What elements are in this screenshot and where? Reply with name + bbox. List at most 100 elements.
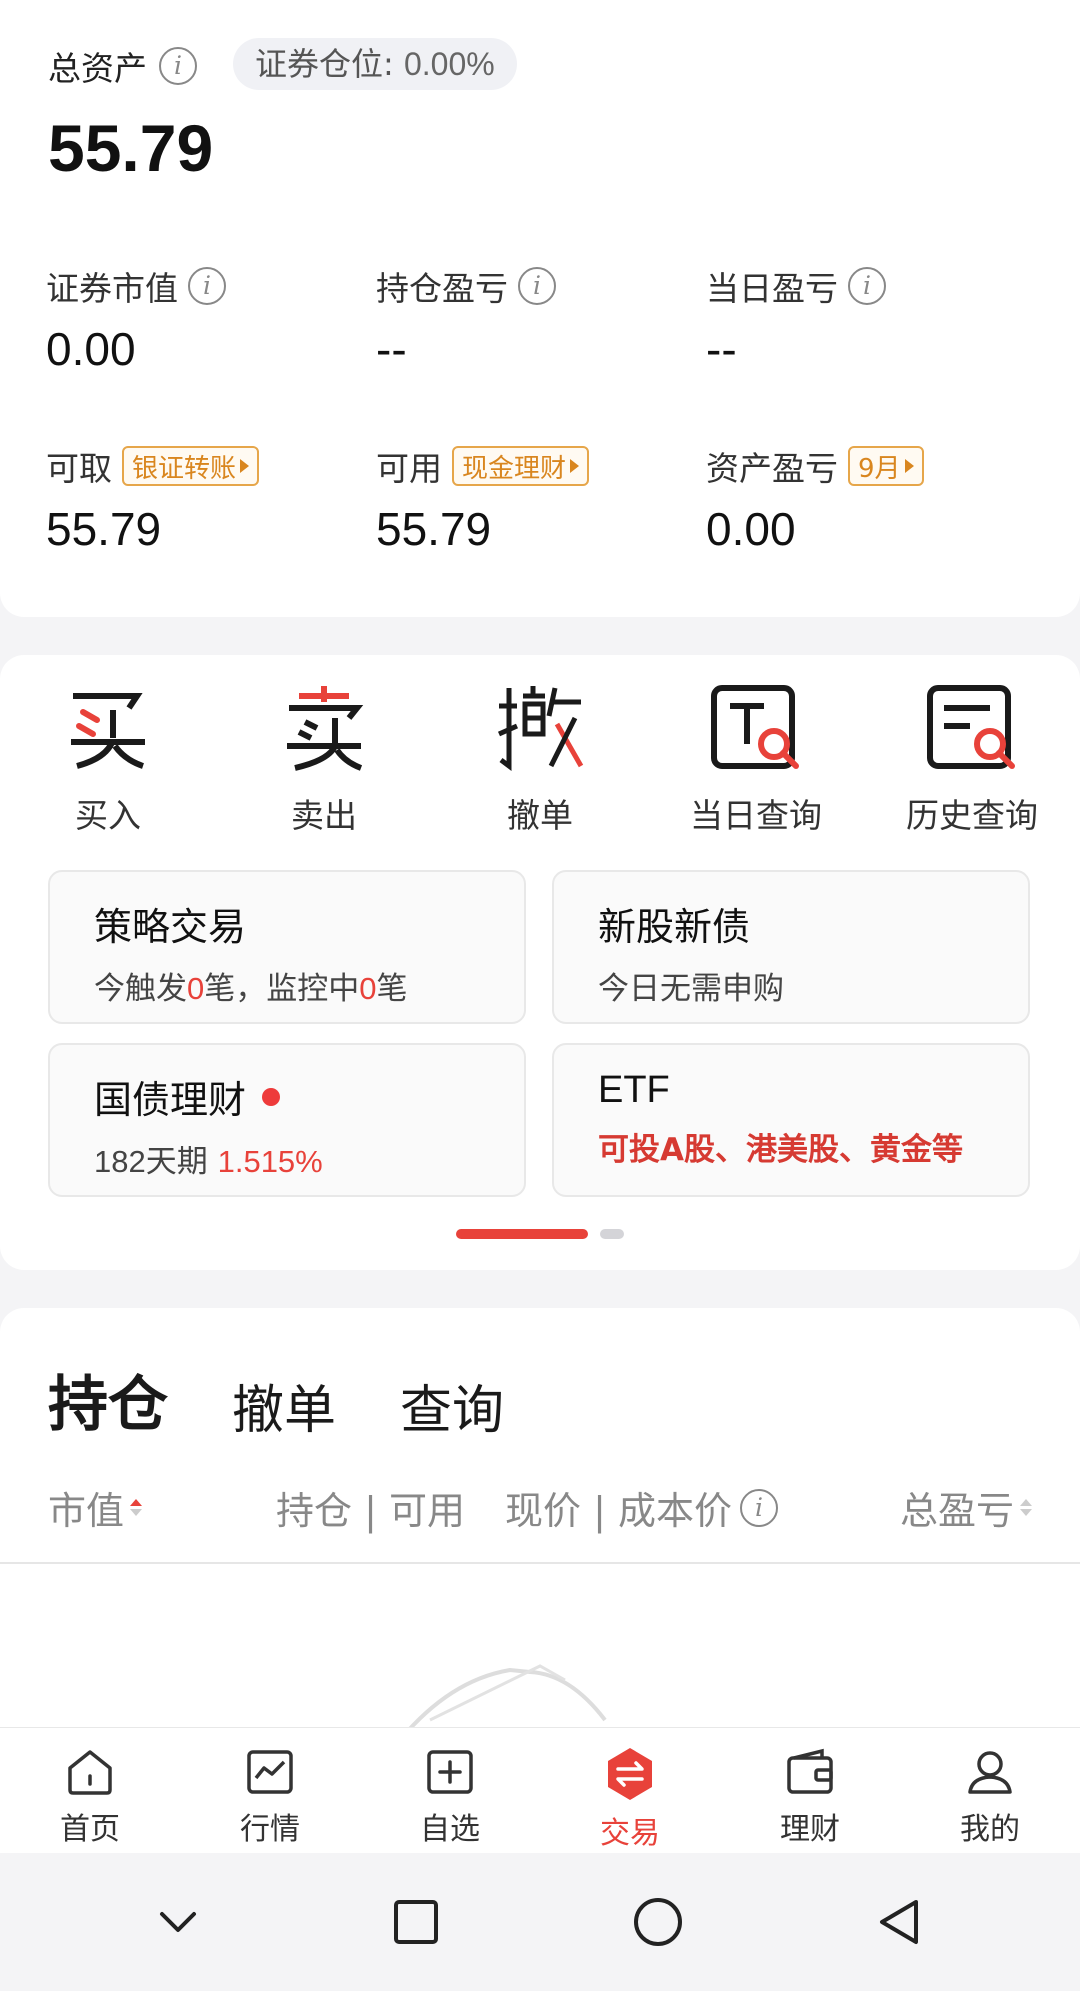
stat-label: 持仓盈亏 bbox=[376, 269, 508, 308]
cancel-order-button[interactable]: 撤单 bbox=[440, 677, 640, 837]
position-value: 0.00% bbox=[403, 46, 495, 82]
stat-withdrawable: 可取 银证转账 55.79 bbox=[46, 444, 260, 556]
tag-label: 银证转账 bbox=[132, 453, 237, 484]
tile-text: 笔 bbox=[376, 971, 408, 1007]
today-query-label: 当日查询 bbox=[690, 796, 822, 835]
cash-wealth-tag[interactable]: 现金理财 bbox=[452, 446, 590, 486]
bank-transfer-tag[interactable]: 银证转账 bbox=[122, 446, 260, 486]
total-assets-label-row: 总资产 i bbox=[48, 42, 197, 90]
tile-title: ETF bbox=[598, 1069, 670, 1111]
tile-title: 策略交易 bbox=[94, 905, 247, 949]
holdings-column-header: 市值 持仓 | 可用 现价 | 成本价 i 总盈亏 bbox=[48, 1480, 1032, 1535]
nav-label: 理财 bbox=[780, 1812, 840, 1847]
holdings-tabs: 持仓 撤单 查询 bbox=[44, 1356, 504, 1443]
wealth-icon bbox=[787, 1748, 833, 1794]
back-icon[interactable] bbox=[876, 1898, 924, 1946]
tile-subtitle: 今日无需申购 bbox=[598, 971, 784, 1007]
bond-period-days: 182 bbox=[94, 1144, 146, 1179]
col-total-pl[interactable]: 总盈亏 bbox=[900, 1480, 1032, 1535]
info-icon[interactable]: i bbox=[739, 1488, 778, 1527]
stat-value: 55.79 bbox=[46, 503, 162, 555]
pager-indicator[interactable] bbox=[600, 1229, 624, 1239]
ipo-tile[interactable]: 新股新债 今日无需申购 bbox=[552, 870, 1030, 1024]
stat-label: 可取 bbox=[46, 449, 112, 488]
tab-query[interactable]: 查询 bbox=[400, 1368, 504, 1443]
sell-button[interactable]: 卖出 bbox=[224, 677, 424, 837]
col-hold-available: 持仓 | 可用 bbox=[276, 1489, 465, 1533]
sell-icon bbox=[224, 677, 424, 777]
month-selector-tag[interactable]: 9月 bbox=[848, 446, 924, 486]
sort-icon bbox=[130, 1499, 143, 1516]
tab-label: 查询 bbox=[400, 1381, 505, 1441]
buy-icon bbox=[8, 677, 208, 777]
stat-position-pl: 持仓盈亏 i -- bbox=[376, 264, 556, 376]
nav-watchlist[interactable]: 自选 bbox=[360, 1728, 540, 1853]
market-icon bbox=[247, 1750, 293, 1794]
stat-value: -- bbox=[376, 323, 407, 375]
tile-title: 新股新债 bbox=[598, 905, 751, 949]
nav-home[interactable]: 首页 bbox=[0, 1728, 180, 1853]
history-query-label: 历史查询 bbox=[906, 796, 1038, 835]
stat-market-value: 证券市值 i 0.00 bbox=[46, 264, 226, 376]
sort-icon bbox=[1020, 1499, 1032, 1516]
history-query-button[interactable]: 历史查询 bbox=[872, 677, 1072, 837]
nav-market[interactable]: 行情 bbox=[180, 1728, 360, 1853]
info-icon[interactable]: i bbox=[159, 47, 197, 85]
position-ratio-pill: 证券仓位: 0.00% bbox=[233, 38, 517, 90]
stat-value: 0.00 bbox=[706, 503, 796, 555]
info-icon[interactable]: i bbox=[188, 267, 226, 305]
stat-label: 可用 bbox=[376, 449, 442, 488]
col-price-cost: 现价 | 成本价 i bbox=[505, 1480, 778, 1535]
col-market-value[interactable]: 市值 bbox=[48, 1480, 143, 1535]
pager-indicator-active bbox=[456, 1229, 588, 1239]
bottom-nav: 首页 行情 自选 交易 理财 我的 bbox=[0, 1727, 1080, 1853]
total-assets-value: 55.79 bbox=[48, 111, 214, 185]
home-circle-icon[interactable] bbox=[632, 1896, 684, 1948]
stat-label: 当日盈亏 bbox=[706, 269, 838, 308]
watchlist-icon bbox=[427, 1750, 473, 1794]
asset-summary-card: 总资产 i 证券仓位: 0.00% 55.79 证券市值 i 0.00 持仓盈亏 i… bbox=[0, 0, 1080, 617]
cancel-order-icon bbox=[440, 677, 640, 777]
tag-label: 现金理财 bbox=[462, 453, 567, 484]
buy-button[interactable]: 买入 bbox=[8, 677, 208, 837]
stat-daily-pl: 当日盈亏 i -- bbox=[706, 264, 886, 376]
nav-wealth[interactable]: 理财 bbox=[720, 1728, 900, 1853]
tile-text: 笔，监控中 bbox=[204, 971, 360, 1007]
tab-holdings[interactable]: 持仓 bbox=[44, 1356, 168, 1443]
bond-rate: 1.515% bbox=[217, 1144, 323, 1179]
tile-text: 今触发 bbox=[94, 971, 187, 1007]
etf-tile[interactable]: ETF 可投A股、港美股、黄金等 bbox=[552, 1043, 1030, 1197]
nav-profile[interactable]: 我的 bbox=[900, 1728, 1080, 1853]
stat-asset-pl: 资产盈亏 9月 0.00 bbox=[706, 444, 924, 556]
stat-value: 55.79 bbox=[376, 503, 492, 555]
stat-label: 资产盈亏 bbox=[706, 449, 838, 488]
info-icon[interactable]: i bbox=[518, 267, 556, 305]
nav-label: 我的 bbox=[960, 1812, 1020, 1847]
nav-label: 首页 bbox=[60, 1812, 120, 1847]
tile-subtitle: 可投A股、港美股、黄金等 bbox=[598, 1132, 963, 1168]
tab-label: 持仓 bbox=[48, 1370, 168, 1440]
caret-right-icon bbox=[240, 459, 250, 473]
stat-value: 0.00 bbox=[46, 323, 136, 375]
tile-title: 国债理财 bbox=[94, 1078, 247, 1122]
stat-value: -- bbox=[706, 323, 737, 375]
position-label: 证券仓位: bbox=[255, 45, 394, 83]
trade-icon bbox=[608, 1748, 652, 1800]
strategy-trade-tile[interactable]: 策略交易 今触发0笔，监控中0笔 bbox=[48, 870, 526, 1024]
sell-label: 卖出 bbox=[291, 796, 357, 835]
nav-label: 行情 bbox=[240, 1812, 300, 1847]
treasury-bond-tile[interactable]: 国债理财 182天期 1.515% bbox=[48, 1043, 526, 1197]
bond-period-unit: 天期 bbox=[145, 1144, 208, 1180]
recent-apps-icon[interactable] bbox=[392, 1898, 440, 1946]
tile-subtitle: 182天期 1.515% bbox=[94, 1136, 480, 1181]
tab-cancel-orders[interactable]: 撤单 bbox=[232, 1368, 336, 1443]
system-navigation-bar bbox=[0, 1853, 1080, 1991]
stat-label: 证券市值 bbox=[46, 269, 178, 308]
info-icon[interactable]: i bbox=[848, 267, 886, 305]
today-query-button[interactable]: 当日查询 bbox=[656, 677, 856, 837]
stat-available: 可用 现金理财 55.79 bbox=[376, 444, 590, 556]
nav-label: 自选 bbox=[420, 1812, 480, 1847]
col-label: 现价 | 成本价 bbox=[504, 1489, 732, 1533]
chevron-down-icon[interactable] bbox=[156, 1900, 200, 1944]
nav-trade[interactable]: 交易 bbox=[540, 1728, 720, 1853]
